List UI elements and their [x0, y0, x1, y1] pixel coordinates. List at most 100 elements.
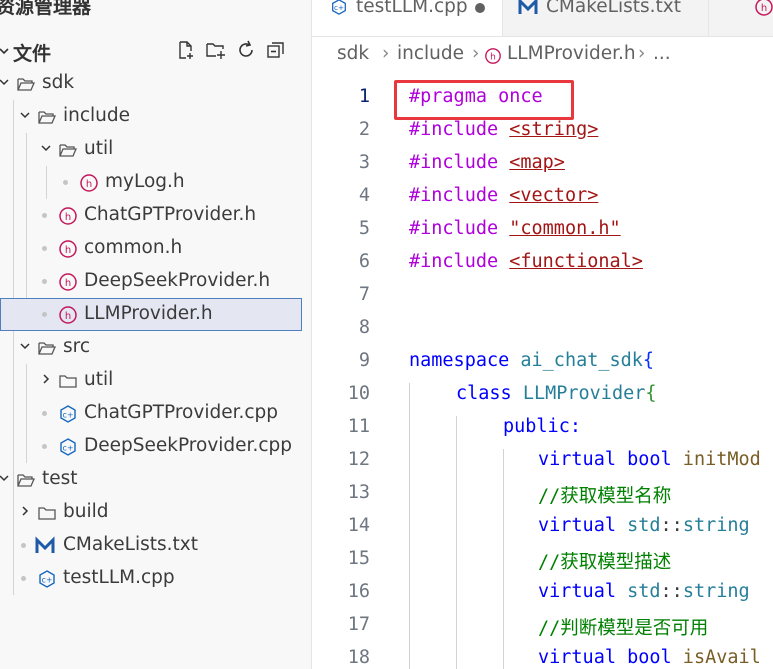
chevron-down-icon — [0, 79, 9, 86]
brace: { — [642, 350, 655, 371]
keyword: virtual — [538, 581, 616, 602]
tree-item-test[interactable]: test — [0, 463, 310, 496]
keyword: bool — [615, 647, 672, 668]
tree-item-llmprovider-h[interactable]: h LLMProvider.h — [0, 298, 302, 331]
keyword: namespace — [409, 350, 510, 371]
code-line-3: #include <map> — [409, 152, 565, 173]
comment: //获取模型名称 — [538, 486, 672, 507]
svg-text:h: h — [65, 278, 71, 289]
tree-item-label: testLLM.cpp — [63, 567, 175, 588]
more-actions-icon[interactable]: ··· — [262, 0, 285, 10]
tree-item-label: src — [63, 336, 91, 357]
tree-item-testllm-cpp[interactable]: c+ testLLM.cpp — [0, 562, 310, 595]
tree-item-label: test — [42, 468, 78, 489]
cmake-file-icon — [35, 536, 55, 553]
tree-item-label: sdk — [42, 72, 75, 93]
code-line-12: virtual bool initMod — [538, 449, 761, 470]
code-line-14: virtual std::string — [538, 515, 750, 536]
tree-item-label: CMakeLists.txt — [63, 534, 198, 555]
indent-guide — [503, 449, 504, 669]
type-name: string — [682, 581, 750, 602]
collapse-all-icon[interactable] — [266, 40, 286, 60]
folder-open-icon — [59, 144, 77, 157]
include-path[interactable]: <functional> — [509, 251, 643, 272]
tree-item-include[interactable]: include — [0, 100, 310, 133]
dot-icon — [42, 213, 47, 218]
header-file-icon: h — [59, 207, 77, 225]
function-name: initMod — [671, 449, 761, 470]
dot-icon — [63, 180, 68, 185]
svg-text:c+: c+ — [62, 411, 73, 420]
preprocessor-directive: #include — [409, 185, 499, 206]
tree-item-label: LLMProvider.h — [84, 303, 213, 324]
header-file-icon: h — [59, 240, 77, 258]
folder-open-icon — [38, 342, 56, 355]
tree-item-build[interactable]: build — [0, 496, 310, 529]
refresh-icon[interactable] — [236, 40, 256, 60]
tree-item-util[interactable]: util — [0, 133, 310, 166]
keyword: bool — [615, 449, 672, 470]
include-path[interactable]: <string> — [509, 119, 598, 140]
tree-item-label: DeepSeekProvider.cpp — [84, 435, 292, 456]
tree-item-label: DeepSeekProvider.h — [84, 270, 271, 291]
line-number: 14 — [347, 515, 370, 536]
tree-item-src-util[interactable]: util — [0, 364, 310, 397]
tree-item-chatgptprovider-cpp[interactable]: c+ ChatGPTProvider.cpp — [0, 397, 310, 430]
dot-icon — [42, 411, 47, 416]
preprocessor-directive: #include — [409, 251, 499, 272]
tab-common[interactable]: h co — [708, 0, 773, 36]
include-path[interactable]: <vector> — [509, 185, 598, 206]
breadcrumb-separator-icon: › — [472, 43, 480, 64]
tree-item-label: build — [63, 501, 109, 522]
tree-item-mylog-h[interactable]: h myLog.h — [0, 166, 310, 199]
tree-item-cmakelists[interactable]: CMakeLists.txt — [0, 529, 310, 562]
workspace-section-header[interactable]: 文件 — [0, 34, 311, 67]
scope-operator: :: — [660, 515, 683, 536]
breadcrumb-separator-icon: › — [638, 43, 646, 64]
tree-item-label: util — [84, 369, 114, 390]
modified-dot-icon[interactable] — [475, 3, 485, 13]
tree-item-deepseekprovider-h[interactable]: h DeepSeekProvider.h — [0, 265, 310, 298]
breadcrumb-separator-icon: › — [382, 43, 390, 64]
include-path[interactable]: "common.h" — [509, 218, 620, 239]
dot-icon — [21, 543, 26, 548]
chevron-down-icon — [20, 112, 30, 119]
tab-label: CMakeLists.txt — [546, 0, 681, 17]
line-number: 2 — [358, 119, 370, 140]
preprocessor-directive: #include — [409, 218, 499, 239]
breadcrumb-item-symbol[interactable]: ... — [653, 43, 671, 64]
svg-text:h: h — [86, 179, 92, 190]
tab-testllm-cpp[interactable]: c+ testLLM.cpp — [312, 0, 503, 36]
tree-item-sdk[interactable]: sdk — [0, 67, 310, 100]
breadcrumb-item-sdk[interactable]: sdk — [337, 43, 369, 64]
line-number: 11 — [347, 416, 370, 437]
folder-open-icon — [17, 78, 35, 91]
svg-text:h: h — [65, 212, 71, 223]
new-file-icon[interactable] — [176, 40, 196, 60]
tree-item-chatgptprovider-h[interactable]: h ChatGPTProvider.h — [0, 199, 310, 232]
new-folder-icon[interactable] — [206, 40, 226, 60]
keyword: class — [456, 383, 512, 404]
code-line-9: namespace ai_chat_sdk{ — [409, 350, 654, 371]
line-number: 6 — [358, 251, 370, 272]
explorer-title: 资源管理器 — [0, 0, 92, 18]
explorer-header: 资源管理器 ··· — [0, 0, 311, 20]
line-number: 1 — [358, 86, 370, 107]
header-file-icon: h — [80, 174, 98, 192]
svg-text:h: h — [761, 3, 767, 14]
code-line-17: //判断模型是否可用 — [538, 614, 708, 640]
breadcrumb-item-include[interactable]: include — [397, 43, 464, 64]
svg-text:c+: c+ — [334, 3, 344, 12]
comment: //判断模型是否可用 — [538, 618, 709, 639]
tree-item-src[interactable]: src — [0, 331, 310, 364]
include-path[interactable]: <map> — [509, 152, 565, 173]
line-number: 5 — [358, 218, 370, 239]
breadcrumb-item-file[interactable]: LLMProvider.h — [507, 43, 636, 64]
tree-item-deepseekprovider-cpp[interactable]: c+ DeepSeekProvider.cpp — [0, 430, 310, 463]
namespace-name: std — [615, 515, 661, 536]
code-editor[interactable]: 1 2 3 4 5 6 7 8 9 10 11 12 13 14 15 16 1… — [312, 80, 773, 669]
tree-item-common-h[interactable]: h common.h — [0, 232, 310, 265]
tab-cmakelists[interactable]: CMakeLists.txt — [502, 0, 709, 36]
code-line-5: #include "common.h" — [409, 218, 621, 239]
svg-text:h: h — [65, 245, 71, 256]
